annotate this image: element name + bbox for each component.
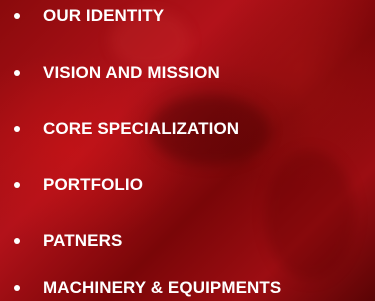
background-shade	[265, 150, 355, 280]
bullet-icon	[14, 126, 20, 132]
menu-item-label[interactable]: PORTFOLIO	[43, 173, 143, 197]
background-image	[0, 0, 375, 301]
bullet-icon	[14, 13, 20, 19]
menu-item-label[interactable]: CORE SPECIALIZATION	[43, 117, 239, 141]
menu-item-label[interactable]: PATNERS	[43, 229, 122, 253]
bullet-icon	[14, 285, 20, 291]
bullet-icon	[14, 70, 20, 76]
menu-item-label[interactable]: MACHINERY & EQUIPMENTS	[43, 276, 281, 300]
bullet-icon	[14, 182, 20, 188]
menu-item-label[interactable]: VISION AND MISSION	[43, 61, 220, 85]
menu-item-label[interactable]: OUR IDENTITY	[43, 4, 164, 28]
bullet-icon	[14, 238, 20, 244]
